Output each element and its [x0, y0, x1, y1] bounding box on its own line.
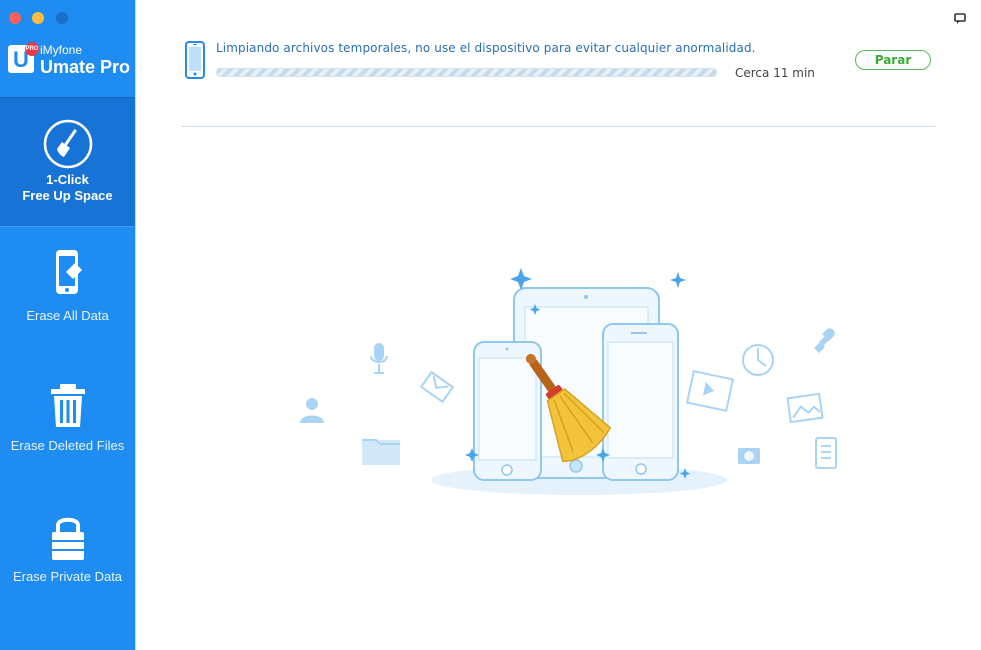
minimize-window-button[interactable]	[32, 12, 44, 24]
cleaning-illustration	[286, 260, 846, 510]
phone-eraser-icon	[0, 248, 135, 305]
sidebar-item-erase-all-data[interactable]: Erase All Data	[0, 240, 135, 340]
brand-company: iMyfone	[40, 43, 83, 57]
divider	[181, 126, 936, 127]
status-message: Limpiando archivos temporales, no use el…	[216, 41, 756, 55]
time-remaining: Cerca 11 min	[735, 66, 815, 80]
trash-icon	[0, 383, 135, 434]
sidebar-item-label: Free Up Space	[22, 188, 113, 203]
logo-mark: U PRO	[8, 42, 39, 73]
sidebar-item-label: 1-Click	[46, 172, 89, 187]
sidebar-item-label: Erase All Data	[26, 308, 109, 323]
device-icon	[184, 41, 206, 84]
brand-product: Umate Pro	[40, 57, 131, 77]
progress-bar	[216, 68, 717, 77]
sidebar-item-erase-deleted-files[interactable]: Erase Deleted Files	[0, 375, 135, 475]
close-window-button[interactable]	[9, 12, 21, 24]
stop-button[interactable]: Parar	[855, 50, 931, 70]
sidebar-item-erase-private-data[interactable]: Erase Private Data	[0, 508, 135, 608]
lock-icon	[0, 512, 135, 567]
zoom-window-button[interactable]	[56, 12, 68, 24]
sidebar: U PRO iMyfone Umate Pro 1-Click Free Up …	[0, 0, 135, 650]
app-logo: U PRO iMyfone Umate Pro	[8, 42, 133, 77]
sidebar-item-label: Erase Private Data	[12, 569, 123, 584]
broom-circle-icon	[0, 118, 135, 175]
main-content: Limpiando archivos temporales, no use el…	[135, 0, 981, 650]
sidebar-item-label: Erase Deleted Files	[10, 438, 125, 453]
feedback-icon[interactable]	[954, 12, 966, 30]
sidebar-item-free-up-space[interactable]: 1-Click Free Up Space	[0, 97, 135, 227]
pro-badge: PRO	[25, 42, 39, 56]
